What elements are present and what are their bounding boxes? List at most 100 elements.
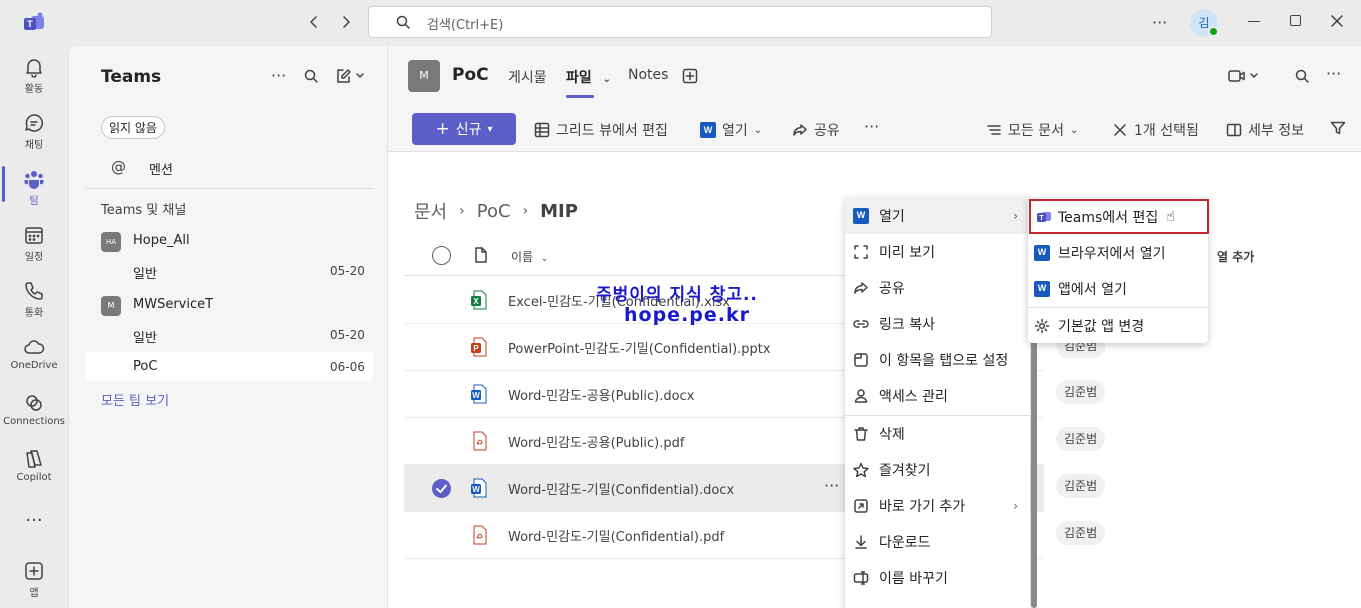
menu-item-set-as-tab[interactable]: 이 항목을 탭으로 설정 [845,342,1030,378]
rail-item-activity[interactable]: 활동 [0,56,68,95]
file-name[interactable]: Word-민감도-공용(Public).docx [508,385,694,404]
back-arrow-icon[interactable] [306,14,322,30]
menu-item-add-shortcut[interactable]: 바로 가기 추가 › [845,488,1030,524]
video-call-icon[interactable] [1228,68,1262,84]
menu-label: 열기 [879,209,905,225]
rail-label: 채팅 [24,140,44,151]
rail-item-calls[interactable]: 통화 [0,280,68,319]
list-view-icon [987,125,1001,135]
svg-text:P: P [473,344,479,353]
grid-edit-label: 그리드 뷰에서 편집 [556,123,668,139]
word-icon: W [1034,245,1050,261]
rail-item-chat[interactable]: 채팅 [0,112,68,151]
column-label: 이름 [511,250,534,264]
menu-item-copy-link[interactable]: 링크 복사 [845,306,1030,342]
status-available-icon [1208,26,1219,37]
modified-by[interactable]: 김준범 [1056,521,1106,545]
team-name-hope-all[interactable]: Hope_All [133,233,190,248]
menu-item-change-default-app[interactable]: 기본값 앱 변경 [1028,308,1208,344]
rail-item-apps[interactable]: 앱 [0,560,68,599]
avatar[interactable]: 김 [1190,9,1219,37]
word-file-icon: W [470,478,488,498]
share-button[interactable]: 공유 [792,120,840,140]
rename-icon [853,571,869,585]
menu-item-manage-access[interactable]: 액세스 관리 [845,378,1030,414]
file-name[interactable]: Word-민감도-기밀(Confidential).pdf [508,526,724,545]
menu-label: 기본값 앱 변경 [1058,319,1145,335]
tab-notes[interactable]: Notes [628,67,668,83]
menu-label: 링크 복사 [879,317,935,333]
breadcrumb-item[interactable]: PoC [477,201,511,222]
more-apps-icon[interactable]: ··· [0,510,68,531]
breadcrumb-item[interactable]: 문서 [414,198,447,224]
menu-item-open-in-app[interactable]: W 앱에서 열기 [1028,271,1208,307]
open-button[interactable]: W 열기 ⌄ [700,120,762,140]
menu-item-edit-in-teams[interactable]: T Teams에서 편집 ☝ [1029,199,1209,234]
selected-count: 1개 선택됨 [1134,123,1199,139]
search-icon[interactable] [303,68,319,84]
channel-item[interactable]: 일반 [133,263,157,282]
modified-by[interactable]: 김준범 [1056,474,1106,498]
row-checkbox-checked[interactable] [432,479,451,498]
menu-item-download[interactable]: 다운로드 [845,524,1030,560]
tab-files[interactable]: 파일 ⌄ [566,67,611,98]
mentions-item[interactable]: 멘션 [149,159,173,178]
pdf-icon [470,431,488,451]
team-name-mwservicet[interactable]: MWServiceT [133,297,213,312]
rail-item-onedrive[interactable]: OneDrive [0,336,68,371]
more-options-icon[interactable]: ··· [271,66,286,85]
row-more-options-icon[interactable]: ··· [824,476,839,495]
active-tab-indicator [566,95,594,98]
view-label: 모든 문서 [1008,123,1064,139]
more-options-icon[interactable]: ··· [1152,13,1167,32]
more-options-icon[interactable]: ··· [1326,64,1341,83]
modified-by[interactable]: 김준범 [1056,427,1106,451]
close-icon[interactable] [1330,14,1344,28]
column-header-name[interactable]: 이름 ⌄ [511,248,548,265]
details-button[interactable]: 세부 정보 [1226,120,1304,140]
minimize-icon[interactable] [1248,21,1260,22]
channel-title: PoC [452,65,489,85]
chevron-down-icon: ⌄ [753,124,763,136]
menu-item-rename[interactable]: 이름 바꾸기 [845,560,1030,596]
rail-item-copilot[interactable]: Copilot [0,448,68,483]
filter-icon[interactable] [1330,120,1346,136]
svg-text:W: W [472,485,480,494]
file-name[interactable]: Word-민감도-공용(Public).pdf [508,432,684,451]
see-all-teams-link[interactable]: 모든 팀 보기 [101,390,169,409]
select-all-checkbox[interactable] [432,246,451,265]
channel-item-poc-selected[interactable]: PoC 06-06 [85,352,373,381]
compose-icon[interactable] [335,68,365,84]
channel-item[interactable]: 일반 [133,327,157,346]
search-input[interactable]: 검색(Ctrl+E) [368,6,992,38]
grid-edit-button[interactable]: 그리드 뷰에서 편집 [534,120,668,140]
menu-item-favorite[interactable]: 즐겨찾기 [845,452,1030,488]
rail-item-connections[interactable]: Connections [0,392,68,427]
modified-by[interactable]: 김준범 [1056,380,1106,404]
menu-item-preview[interactable]: 미리 보기 [845,234,1030,270]
menu-label: 이름 바꾸기 [879,571,948,587]
file-name[interactable]: Word-민감도-기밀(Confidential).docx [508,479,734,498]
add-column-button[interactable]: 열 추가 [1217,248,1254,265]
forward-arrow-icon[interactable] [338,14,354,30]
menu-item-share[interactable]: 공유 [845,270,1030,306]
menu-item-delete[interactable]: 삭제 [845,416,1030,452]
add-tab-icon[interactable] [682,68,698,84]
clear-selection-button[interactable]: 1개 선택됨 [1112,120,1199,140]
more-options-icon[interactable]: ··· [864,117,879,136]
view-selector[interactable]: 모든 문서 ⌄ [986,120,1078,140]
search-icon[interactable] [1294,68,1310,84]
menu-item-open[interactable]: W 열기 › [845,198,1030,234]
menu-item-open-in-browser[interactable]: W 브라우저에서 열기 [1028,235,1208,271]
maximize-icon[interactable] [1290,15,1301,26]
trash-icon [854,427,868,441]
tab-posts[interactable]: 게시물 [508,67,547,87]
new-button[interactable]: + 신규 ▾ [412,113,516,145]
file-name[interactable]: PowerPoint-민감도-기밀(Confidential).pptx [508,338,771,357]
rail-item-calendar[interactable]: 일정 [0,224,68,263]
details-label: 세부 정보 [1248,123,1304,139]
menu-label: 다운로드 [879,535,931,551]
filter-chip-unread[interactable]: 읽지 않음 [101,116,165,139]
close-icon [1114,124,1126,136]
rail-item-teams[interactable]: 팀 [0,168,68,207]
